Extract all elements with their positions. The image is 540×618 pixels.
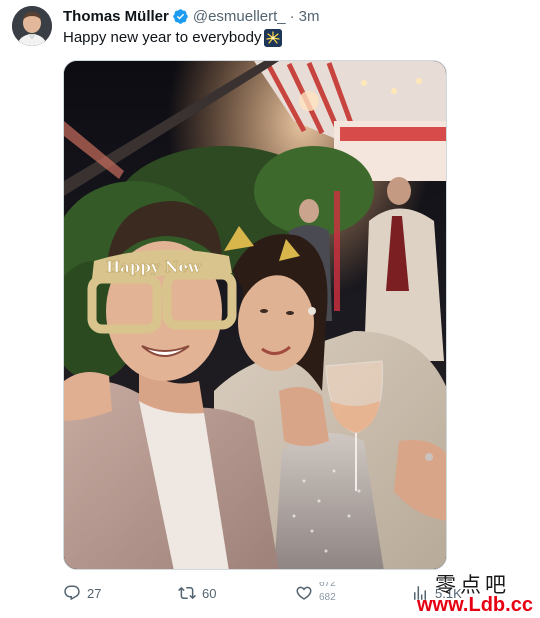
tweet-text: Happy new year to everybody: [63, 28, 283, 48]
verified-badge-icon[interactable]: [172, 8, 189, 25]
views-button[interactable]: 5.1K: [411, 578, 462, 608]
views-count: 5.1K: [435, 585, 462, 601]
tweet-text-content: Happy new year to everybody: [63, 29, 262, 46]
tweet-header: Thomas Müller @esmuellert_ · 3m: [63, 6, 319, 26]
tweet-timestamp[interactable]: 3m: [299, 8, 320, 25]
fireworks-emoji-icon: [264, 29, 283, 47]
retweet-icon: [178, 586, 196, 600]
like-count-top: 672: [319, 582, 336, 589]
views-chart-icon: [414, 586, 426, 600]
reply-icon: [64, 585, 80, 601]
author-name[interactable]: Thomas Müller: [63, 8, 169, 25]
reply-count: 27: [87, 585, 102, 601]
heart-icon: [296, 586, 312, 600]
author-handle[interactable]: @esmuellert_: [193, 8, 286, 25]
like-button[interactable]: 672 682: [295, 578, 336, 608]
like-count-bottom: 682: [319, 592, 336, 603]
header-separator: ·: [289, 7, 295, 25]
tweet-action-bar: 27 60 672 682 5.1K: [63, 578, 540, 608]
retweet-count: 60: [202, 585, 217, 601]
retweet-button[interactable]: 60: [178, 578, 216, 608]
tweet-photo[interactable]: Happy New: [63, 60, 447, 570]
reply-button[interactable]: 27: [63, 578, 101, 608]
glasses-text: Happy New: [106, 258, 202, 276]
avatar[interactable]: [12, 6, 52, 46]
tweet-article: Thomas Müller @esmuellert_ · 3m Happy ne…: [0, 0, 540, 618]
like-count-animation: 672 682: [319, 582, 336, 604]
